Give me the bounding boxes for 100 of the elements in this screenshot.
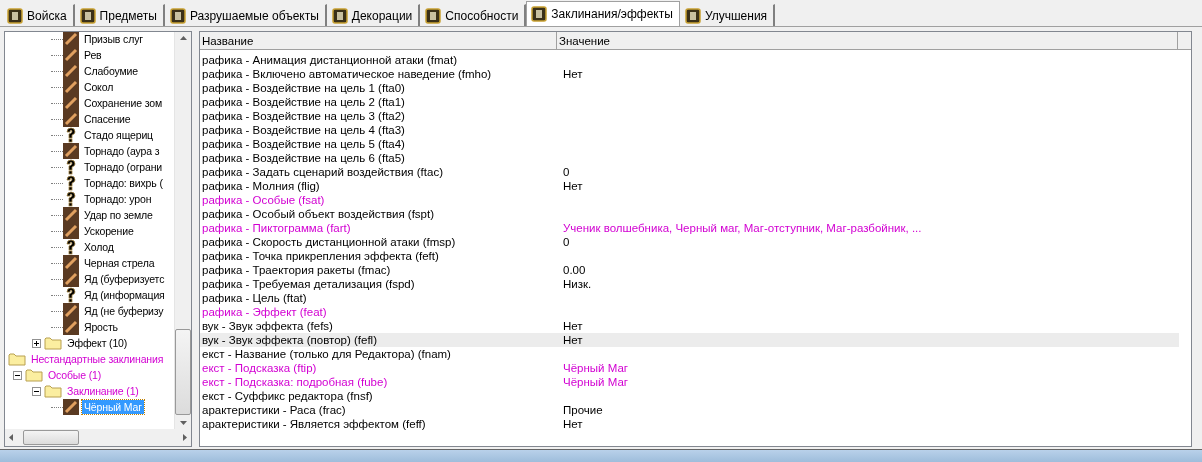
tree-item[interactable]: Заклинание (1)	[65, 384, 141, 398]
property-name: рафика - Воздействие на цель 3 (fta2)	[201, 109, 406, 123]
collapse-toggle[interactable]	[32, 386, 41, 396]
vertical-scrollbar[interactable]	[174, 32, 191, 429]
emblem-icon	[331, 7, 348, 24]
tree-item[interactable]: Стадо ящериц	[82, 128, 155, 142]
property-value: Чёрный Маг	[562, 375, 629, 389]
tree-item[interactable]: Спасение	[82, 112, 133, 126]
tree-item[interactable]: Нестандартные заклинания	[29, 352, 166, 366]
question-mark-icon	[63, 239, 79, 255]
expand-toggle[interactable]	[32, 338, 41, 348]
scroll-thumb[interactable]	[23, 430, 79, 445]
property-name: рафика - Точка прикрепления эффекта (feft)	[201, 249, 440, 263]
collapse-toggle[interactable]	[13, 370, 22, 380]
spell-icon	[63, 79, 79, 95]
question-mark-icon	[63, 159, 79, 175]
tree-item[interactable]: Ярость	[82, 320, 120, 334]
spell-icon	[63, 207, 79, 223]
spell-icon	[63, 111, 79, 127]
spell-icon	[63, 63, 79, 79]
tree-item[interactable]: Черная стрела	[82, 256, 157, 270]
tree-item[interactable]: Сохранение зом	[82, 96, 164, 110]
property-value: Нет	[562, 67, 584, 81]
property-value: Ученик волшебника, Черный маг, Маг-отступник, Маг-разбойник, ...	[562, 221, 923, 235]
property-value: 0	[562, 235, 571, 249]
tree-item[interactable]: Яд (буферизуетс	[82, 272, 167, 286]
property-name: рафика - Скорость дистанционной атаки (fmsp)	[201, 235, 457, 249]
property-name: арактеристики - Раса (frac)	[201, 403, 347, 417]
tree-item[interactable]: Ускорение	[82, 224, 136, 238]
tree-item[interactable]: Холод	[82, 240, 116, 254]
tab[interactable]: Заклинания/эффекты	[526, 1, 680, 26]
property-name: екст - Подсказка (ftip)	[201, 361, 318, 375]
tree-item[interactable]: Яд (информация	[82, 288, 167, 302]
property-name: рафика - Эффект (feat)	[201, 305, 328, 319]
emblem-icon	[7, 7, 23, 24]
property-name: екст - Подсказка: подробная (fube)	[201, 375, 389, 389]
folder-icon	[44, 384, 62, 398]
property-name: рафика - Цель (ftat)	[201, 291, 308, 305]
property-value: Нет	[562, 319, 584, 333]
spell-icon	[63, 47, 79, 63]
tree-item[interactable]: Яд (не буферизу	[82, 304, 166, 318]
selected-row[interactable]: вук - Звук эффекта (повтор) (fefl) Нет	[200, 333, 1179, 347]
scroll-up-icon[interactable]	[179, 36, 187, 40]
question-mark-icon	[63, 127, 79, 143]
spell-icon	[63, 399, 79, 415]
property-name: рафика - Траектория ракеты (fmac)	[201, 263, 392, 277]
property-name: рафика - Воздействие на цель 2 (fta1)	[201, 95, 406, 109]
property-name: рафика - Воздействие на цель 5 (fta4)	[201, 137, 406, 151]
tree-item[interactable]: Торнадо: вихрь (	[82, 176, 165, 190]
spell-icon	[63, 95, 79, 111]
property-name: рафика - Воздействие на цель 1 (fta0)	[201, 81, 406, 95]
property-name: рафика - Включено автоматическое наведение (fmho)	[201, 67, 493, 81]
property-name: рафика - Воздействие на цель 4 (fta3)	[201, 123, 406, 137]
tree-item[interactable]: Рев	[82, 48, 104, 62]
property-value: Нет	[562, 417, 584, 431]
spell-icon	[63, 223, 79, 239]
spell-icon	[63, 255, 79, 271]
property-value: Прочие	[562, 403, 604, 417]
emblem-icon	[531, 6, 548, 22]
tree-item[interactable]: Торнадо (аура з	[82, 144, 162, 158]
property-name: рафика - Молния (flig)	[201, 179, 321, 193]
scroll-down-icon[interactable]	[179, 421, 187, 425]
tree-item[interactable]: Торнадо: урон	[82, 192, 154, 206]
property-value: Нет	[562, 333, 584, 347]
scroll-left-icon[interactable]	[9, 434, 13, 441]
tree-item[interactable]: Слабоумие	[82, 64, 140, 78]
column-header[interactable]: Название	[200, 32, 557, 49]
spell-icon	[63, 303, 79, 319]
tree-item[interactable]: Торнадо (ограни	[82, 160, 165, 174]
question-mark-icon	[63, 191, 79, 207]
emblem-icon	[79, 7, 96, 24]
horizontal-scrollbar[interactable]	[5, 429, 191, 446]
property-name: рафика - Воздействие на цель 6 (fta5)	[201, 151, 406, 165]
property-name: екст - Суффикс редактора (fnsf)	[201, 389, 374, 403]
emblem-icon	[425, 7, 442, 24]
property-name: арактеристики - Является эффектом (feff)	[201, 417, 427, 431]
spell-icon	[63, 271, 79, 287]
spell-icon	[63, 32, 79, 47]
spell-icon	[63, 143, 79, 159]
emblem-icon	[684, 7, 701, 24]
property-value: Нет	[562, 179, 584, 193]
tree-item[interactable]: Удар по земле	[82, 208, 155, 222]
property-name: екст - Название (только для Редактора) (fnam)	[201, 347, 452, 361]
folder-icon	[8, 352, 26, 366]
property-name: рафика - Задать сценарий воздействия (ftac)	[201, 165, 444, 179]
property-name: рафика - Пиктограмма (fart)	[201, 221, 352, 235]
folder-icon	[25, 368, 43, 382]
emblem-icon	[169, 7, 186, 24]
scroll-right-icon[interactable]	[183, 434, 187, 441]
tree-item[interactable]: Призыв слуг	[82, 32, 145, 46]
property-name: рафика - Особый объект воздействия (fspt)	[201, 207, 436, 221]
property-value: Низк.	[562, 277, 593, 291]
tree-item[interactable]: Эффект (10)	[65, 336, 130, 350]
question-mark-icon	[63, 175, 79, 191]
property-value: 0	[562, 165, 571, 179]
question-mark-icon	[63, 287, 79, 303]
scroll-thumb[interactable]	[175, 329, 191, 415]
tree-item[interactable]: Сокол	[82, 80, 116, 94]
property-value: 0.00	[562, 263, 587, 277]
tree-item[interactable]: Особые (1)	[46, 368, 104, 382]
